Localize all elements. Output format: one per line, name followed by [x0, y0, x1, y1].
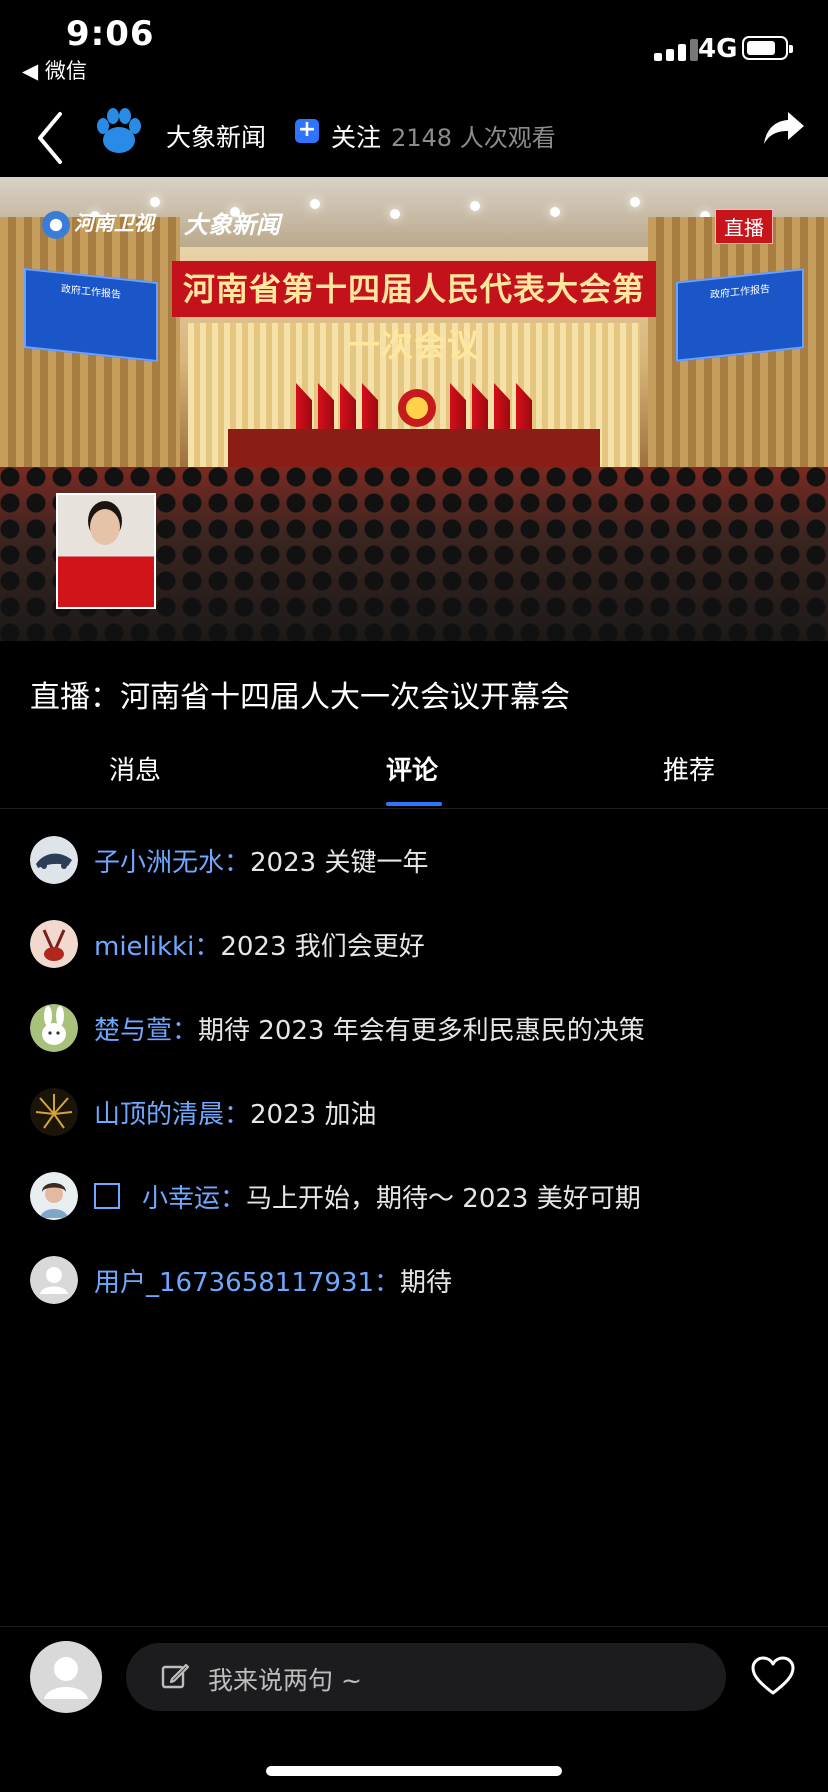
user-avatar[interactable] [30, 836, 78, 884]
comment-text: mielikki：2023 我们会更好 [94, 926, 425, 963]
video-side-screen-left: 政府工作报告 [24, 267, 158, 363]
edit-pencil-icon [161, 1663, 190, 1689]
home-indicator[interactable] [266, 1766, 562, 1776]
share-button[interactable] [762, 108, 806, 148]
default-user-icon [44, 1657, 88, 1699]
tab-comments[interactable]: 评论 [386, 750, 438, 787]
chevron-left-icon [38, 112, 62, 164]
status-bar: 9:06 ◀ 微信 4G [0, 0, 828, 88]
user-avatar[interactable] [30, 1256, 78, 1304]
henan-tv-logo: 河南卫视 [42, 207, 154, 239]
channel-avatar[interactable] [94, 106, 144, 158]
status-time: 9:06 [66, 14, 155, 54]
header: 大象新闻 + 关注 2148 人次观看 [0, 96, 828, 176]
user-avatar[interactable] [30, 920, 78, 968]
paw-logo-icon [97, 108, 141, 153]
screen-text: 政府工作报告 [710, 283, 770, 302]
live-badge: 直播 [715, 209, 773, 244]
comment-item: 山顶的清晨：2023 加油 [0, 1080, 828, 1140]
signal-strength-icon [654, 39, 698, 61]
network-type: 4G [698, 34, 738, 64]
battery-icon [742, 36, 793, 60]
comment-username[interactable]: 楚与萱： [94, 1016, 198, 1046]
sign-language-interpreter [56, 493, 156, 609]
video-side-screen-right: 政府工作报告 [676, 268, 804, 362]
unsupported-emoji-icon [94, 1183, 120, 1209]
comment-text: 山顶的清晨：2023 加油 [94, 1094, 376, 1131]
comment-username[interactable]: 小幸运： [142, 1184, 246, 1214]
comment-username[interactable]: 用户_1673658117931： [94, 1268, 400, 1298]
tab-messages[interactable]: 消息 [109, 750, 161, 787]
user-avatar[interactable] [30, 1088, 78, 1136]
back-to-app-link[interactable]: ◀ 微信 [22, 55, 87, 85]
like-button[interactable] [750, 1655, 796, 1697]
video-banner: 河南省第十四届人民代表大会第一次会议 [172, 261, 656, 364]
comment-item: 用户_1673658117931：期待 [0, 1248, 828, 1308]
national-emblem-icon [398, 389, 436, 427]
comment-text: 楚与萱：期待 2023 年会有更多利民惠民的决策 [94, 1010, 645, 1047]
comment-item: 子小洲无水：2023 关键一年 [0, 828, 828, 888]
daxiang-news-logo: 大象新闻 [184, 211, 280, 239]
comment-body: 2023 关键一年 [250, 848, 429, 878]
comment-body: 马上开始，期待～ 2023 美好可期 [246, 1184, 641, 1214]
my-avatar[interactable] [30, 1641, 102, 1713]
comment-username[interactable]: 山顶的清晨： [94, 1100, 250, 1130]
heart-icon [751, 1656, 795, 1695]
channel-name[interactable]: 大象新闻 [166, 118, 266, 154]
plus-icon[interactable]: + [295, 119, 319, 143]
comment-item: 小幸运：马上开始，期待～ 2023 美好可期 [0, 1164, 828, 1224]
follow-button[interactable]: 关注 [331, 118, 381, 154]
tab-bar: 消息 评论 推荐 [0, 738, 828, 809]
live-video-player[interactable]: 河南省第十四届人民代表大会第一次会议 政府工作报告 政府工作报告 河南卫视 大象… [0, 177, 828, 641]
comment-body: 期待 [400, 1268, 453, 1298]
comment-username[interactable]: 子小洲无水： [94, 848, 250, 878]
comment-text: 小幸运：马上开始，期待～ 2023 美好可期 [94, 1178, 641, 1215]
comment-text: 用户_1673658117931：期待 [94, 1262, 452, 1299]
comment-body: 2023 加油 [250, 1100, 377, 1130]
comment-text: 子小洲无水：2023 关键一年 [94, 842, 428, 879]
tab-recommend[interactable]: 推荐 [663, 750, 715, 787]
comment-input[interactable]: 我来说两句 ~ [126, 1643, 726, 1711]
view-count: 2148 人次观看 [391, 124, 556, 152]
comment-username[interactable]: mielikki： [94, 932, 220, 962]
comment-input-placeholder: 我来说两句 ~ [208, 1666, 362, 1695]
back-button[interactable] [28, 106, 78, 166]
comment-item: 楚与萱：期待 2023 年会有更多利民惠民的决策 [0, 996, 828, 1056]
comment-item: mielikki：2023 我们会更好 [0, 912, 828, 972]
user-avatar[interactable] [30, 1004, 78, 1052]
active-tab-indicator [386, 802, 442, 806]
comment-compose-bar: 我来说两句 ~ [0, 1626, 828, 1757]
video-podium [228, 429, 600, 467]
screen-text: 政府工作报告 [61, 283, 121, 302]
share-arrow-icon [764, 112, 804, 144]
comment-body: 期待 2023 年会有更多利民惠民的决策 [198, 1016, 645, 1046]
user-avatar[interactable] [30, 1172, 78, 1220]
comment-body: 2023 我们会更好 [220, 932, 425, 962]
live-title: 直播：河南省十四届人大一次会议开幕会 [30, 680, 570, 715]
